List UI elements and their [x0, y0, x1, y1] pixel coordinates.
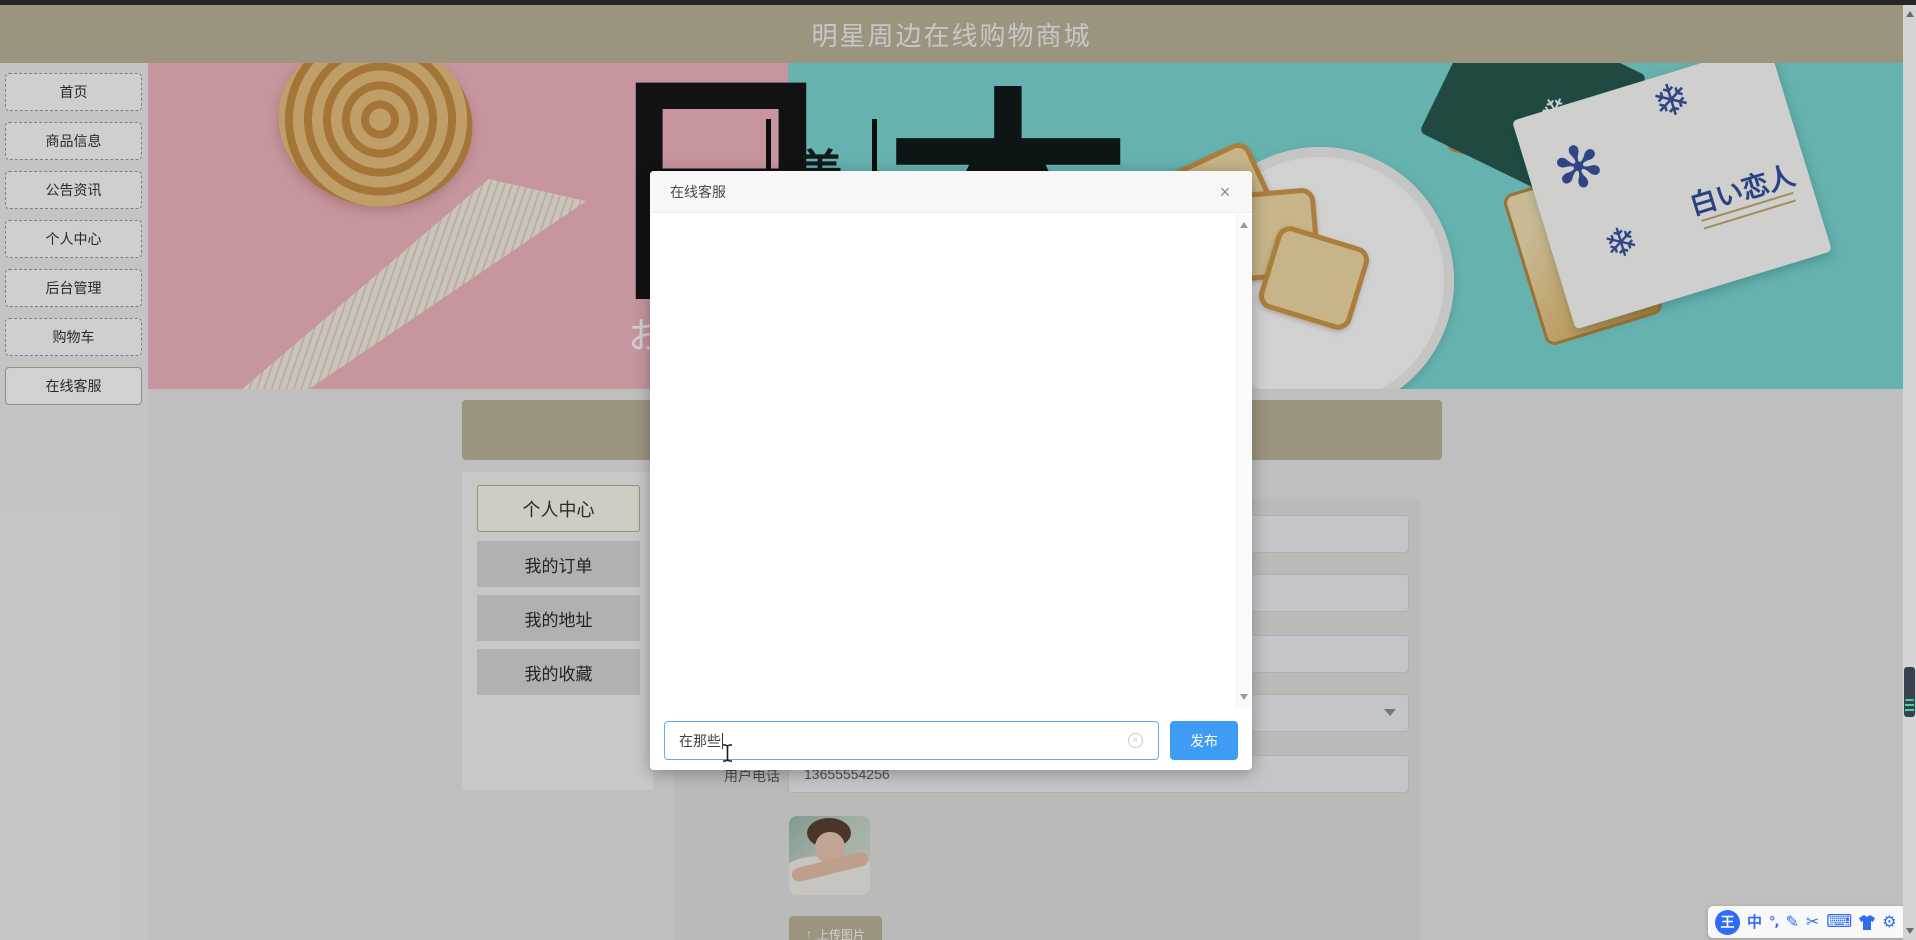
- keyboard-icon[interactable]: ⌨: [1826, 913, 1852, 931]
- clear-input-icon[interactable]: ×: [1128, 733, 1143, 748]
- dialog-footer: 在那些 × 发布: [650, 708, 1252, 770]
- ibeam-cursor: [723, 744, 732, 762]
- dialog-title: 在线客服: [670, 184, 726, 200]
- scroll-down-icon[interactable]: [1240, 694, 1248, 700]
- dialog-header: 在线客服 ×: [650, 171, 1252, 213]
- message-input[interactable]: 在那些: [664, 721, 1159, 760]
- publish-button[interactable]: 发布: [1170, 721, 1238, 760]
- chat-message-area: [650, 214, 1252, 708]
- scroll-down-icon[interactable]: [1906, 928, 1914, 934]
- browser-scrollbar[interactable]: [1903, 5, 1916, 940]
- customer-service-dialog: 在线客服 × 在那些 × 发布: [650, 171, 1252, 770]
- gear-icon[interactable]: ⚙: [1882, 914, 1896, 930]
- scrollbar-thumb-stripes: [1905, 699, 1914, 714]
- chat-scrollbar[interactable]: [1236, 214, 1251, 708]
- punctuation-mode-icon[interactable]: °,: [1769, 916, 1780, 929]
- scroll-up-icon[interactable]: [1906, 11, 1914, 17]
- close-icon[interactable]: ×: [1214, 181, 1236, 203]
- scrollbar-thumb[interactable]: [1904, 667, 1915, 717]
- window-top-edge: [0, 0, 1916, 5]
- scroll-up-icon[interactable]: [1240, 222, 1248, 228]
- application-window: 明星周边在线购物商城 首页 商品信息 公告资讯 个人中心 后台管理 购物车 在线…: [0, 0, 1916, 940]
- skin-shirt-icon[interactable]: [1859, 914, 1876, 930]
- ime-logo-icon[interactable]: 王: [1715, 909, 1740, 935]
- message-input-value: 在那些: [679, 732, 721, 749]
- scissors-icon[interactable]: ✂: [1806, 914, 1819, 930]
- ime-toolbar: 王 中 °, ✎ ✂ ⌨ ⚙: [1708, 906, 1906, 938]
- handwriting-pen-icon[interactable]: ✎: [1785, 914, 1798, 930]
- chinese-mode-icon[interactable]: 中: [1747, 914, 1762, 930]
